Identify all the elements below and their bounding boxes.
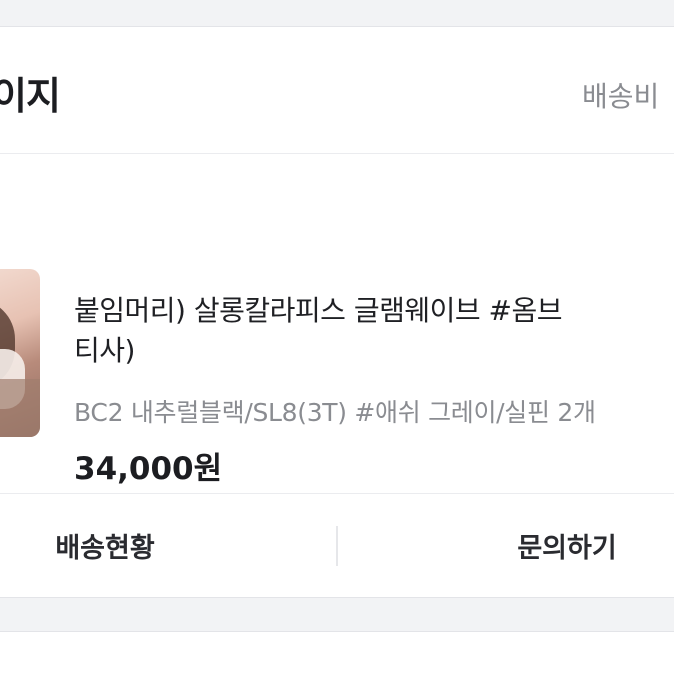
product-name-line-1: 붙임머리) 살롱칼라피스 글램웨이브 #옴브: [74, 294, 563, 327]
product-thumbnail[interactable]: [0, 269, 40, 437]
shipping-status-button[interactable]: 배송현황: [0, 494, 210, 597]
action-separator: [336, 526, 338, 566]
order-card: 이지 배송비 ! 붙임머리) 살롱칼라피스 글램웨이브 #옴브 티사) BC2 …: [0, 26, 674, 598]
order-status: !: [0, 193, 2, 228]
shipping-fee-label: 배송비: [582, 80, 660, 113]
product-price: 34,000원: [74, 451, 223, 487]
next-card-edge: [0, 631, 674, 675]
page-title: 이지: [0, 74, 61, 118]
product-name[interactable]: 붙임머리) 살롱칼라피스 글램웨이브 #옴브 티사): [74, 291, 674, 371]
divider: [0, 153, 674, 154]
product-name-line-2: 티사): [74, 334, 135, 367]
product-option: BC2 내추럴블랙/SL8(3T) #애쉬 그레이/실핀 2개: [74, 398, 596, 427]
order-actions: 배송현황 문의하기: [0, 494, 674, 597]
order-card-header: 이지 배송비: [0, 27, 674, 153]
top-gap: [0, 0, 674, 26]
inquiry-button[interactable]: 문의하기: [460, 494, 674, 597]
